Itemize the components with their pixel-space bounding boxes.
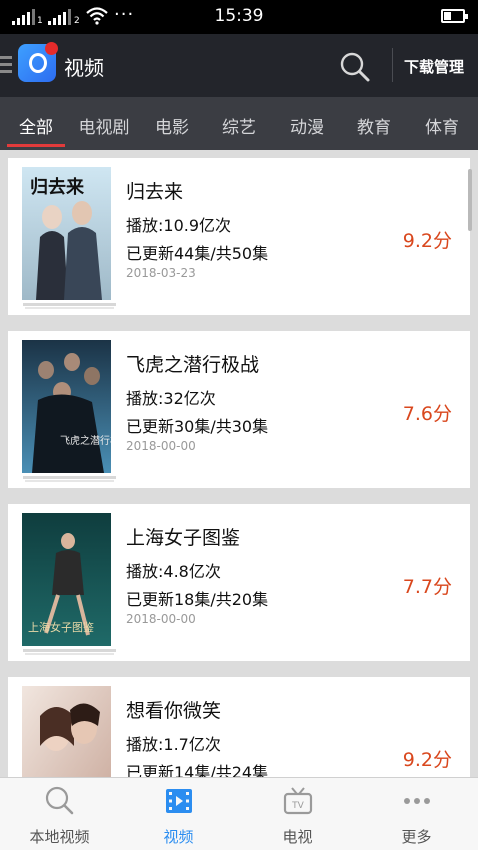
release-date: 2018-00-00 [126, 439, 196, 453]
play-count: 播放:32亿次 [126, 389, 216, 408]
poster-image[interactable]: 飞虎之潜行极战 [22, 340, 111, 473]
video-list[interactable]: 归去来 归去来 播放:10.9亿次 已更新44集/共50集 2018-03-23… [0, 150, 478, 777]
play-count: 播放:10.9亿次 [126, 216, 232, 235]
video-title[interactable]: 归去来 [126, 177, 183, 204]
release-date: 2018-00-00 [126, 612, 196, 626]
svg-text:归去来: 归去来 [30, 176, 85, 198]
rating-score: 9.2分 [402, 230, 452, 252]
tab-anime[interactable]: 动漫 [272, 113, 342, 138]
battery-icon [441, 9, 468, 23]
episode-status: 已更新44集/共50集 [126, 244, 269, 263]
poster-stack [21, 686, 118, 777]
tab-sports[interactable]: 体育 [407, 113, 477, 138]
video-item[interactable]: 想看你微笑 播放:1.7亿次 已更新14集/共24集 9.2分 [8, 677, 470, 777]
status-bar: 1 2 ··· 15:39 [0, 0, 478, 34]
bottom-navigation: 本地视频 视频 TV 电视 更多 [0, 777, 478, 850]
svg-text:上海女子图鉴: 上海女子图鉴 [28, 620, 94, 634]
nav-local-video[interactable]: 本地视频 [0, 778, 119, 850]
video-title[interactable]: 飞虎之潜行极战 [126, 350, 259, 377]
tab-movies[interactable]: 电影 [137, 113, 207, 138]
category-tabs: 全部 电视剧 电影 综艺 动漫 教育 体育 [0, 97, 478, 150]
download-manager-button[interactable]: 下载管理 [404, 56, 464, 77]
play-count: 播放:1.7亿次 [126, 735, 221, 754]
video-item[interactable]: 飞虎之潜行极战 飞虎之潜行极战 播放:32亿次 已更新30集/共30集 2018… [8, 331, 470, 488]
svg-text:飞虎之潜行极战: 飞虎之潜行极战 [60, 434, 111, 447]
video-title[interactable]: 想看你微笑 [126, 696, 221, 723]
nav-label: 视频 [163, 828, 194, 846]
video-app-logo [18, 42, 58, 82]
film-icon [166, 789, 192, 813]
nav-label: 更多 [401, 828, 432, 846]
poster-image[interactable]: 上海女子图鉴 [22, 513, 111, 646]
play-count: 播放:4.8亿次 [126, 562, 221, 581]
release-date: 2018-03-23 [126, 266, 196, 280]
menu-icon[interactable] [0, 56, 12, 74]
video-title[interactable]: 上海女子图鉴 [126, 523, 240, 550]
tv-icon: TV [283, 787, 313, 815]
episode-status: 已更新14集/共24集 [126, 763, 269, 777]
search-icon [45, 786, 74, 815]
more-icon [404, 798, 430, 804]
tab-tv-series[interactable]: 电视剧 [69, 113, 139, 138]
poster-image[interactable]: 归去来 [22, 167, 111, 300]
poster-image[interactable] [22, 686, 111, 777]
poster-stack: 归去来 [21, 167, 118, 309]
nav-video[interactable]: 视频 [119, 778, 238, 850]
nav-more[interactable]: 更多 [357, 778, 476, 850]
tab-education[interactable]: 教育 [339, 113, 409, 138]
nav-tv[interactable]: TV 电视 [238, 778, 357, 850]
page-title: 视频 [64, 56, 104, 80]
video-item[interactable]: 归去来 归去来 播放:10.9亿次 已更新44集/共50集 2018-03-23… [8, 158, 470, 315]
status-time: 15:39 [214, 6, 264, 26]
active-tab-indicator [7, 144, 65, 147]
search-icon[interactable] [338, 50, 372, 84]
video-item[interactable]: 上海女子图鉴 上海女子图鉴 播放:4.8亿次 已更新18集/共20集 2018-… [8, 504, 470, 661]
poster-stack: 上海女子图鉴 [21, 513, 118, 655]
tab-all[interactable]: 全部 [1, 113, 71, 138]
tab-variety[interactable]: 综艺 [204, 113, 274, 138]
list-scrollbar[interactable] [468, 169, 472, 231]
nav-label: 电视 [282, 828, 313, 846]
rating-score: 7.7分 [402, 576, 452, 598]
episode-status: 已更新18集/共20集 [126, 590, 269, 609]
app-header: 视频 下载管理 [0, 34, 478, 97]
episode-status: 已更新30集/共30集 [126, 417, 269, 436]
rating-score: 9.2分 [402, 749, 452, 771]
header-divider [392, 48, 393, 82]
rating-score: 7.6分 [402, 403, 452, 425]
svg-text:TV: TV [291, 801, 304, 811]
poster-stack: 飞虎之潜行极战 [21, 340, 118, 482]
nav-label: 本地视频 [29, 828, 90, 846]
